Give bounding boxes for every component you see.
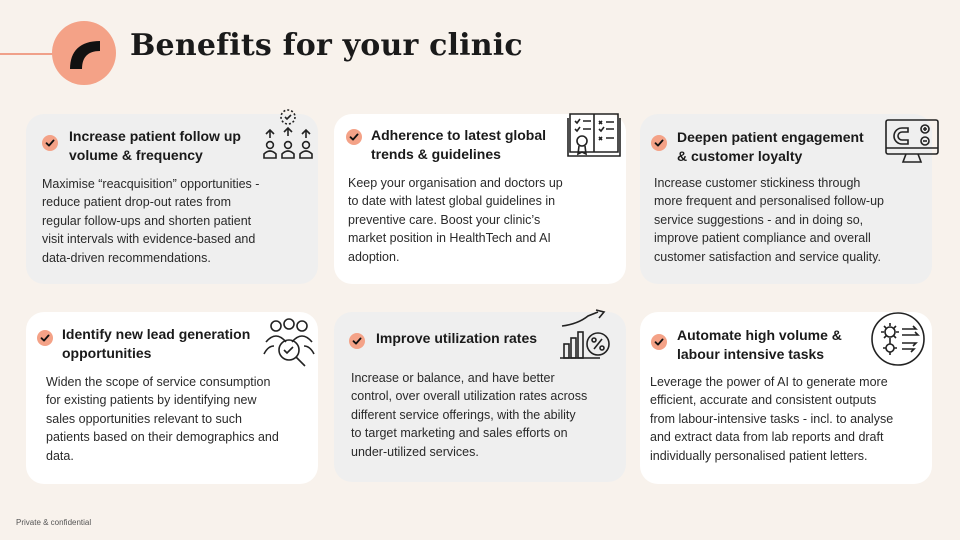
benefit-card-lead-generation: Identify new lead generation opportuniti… (26, 312, 318, 484)
card-title-line: & customer loyalty (677, 148, 803, 164)
card-body-line: Increase customer stickiness through (654, 176, 861, 190)
card-body-line: visit intervals with evidence-based and (42, 232, 256, 247)
benefit-card-automation: Automate high volume & labour intensive … (640, 312, 932, 484)
card-title-line: Identify new lead generation (62, 326, 251, 342)
card-title: Automate high volume & labour intensive … (677, 326, 842, 364)
card-title-line: Automate high volume & (677, 327, 842, 343)
card-body-line: adoption. (348, 249, 400, 264)
card-title-line: Adherence to latest global (371, 127, 547, 143)
card-title-line: labour intensive tasks (677, 346, 825, 362)
card-body-line: from labour-intensive tasks - incl. to a… (650, 411, 894, 426)
card-body-line: Leverage the power of AI to generate mor… (650, 375, 888, 389)
card-title: Adherence to latest global trends & guid… (371, 126, 546, 164)
card-title-line: volume & frequency (69, 147, 203, 163)
card-body-line: Keep your organisation and doctors up (348, 176, 563, 190)
card-title-line: Improve utilization rates (376, 330, 538, 346)
card-body-line: Increase or balance, and have better (351, 371, 555, 385)
automation-gears-icon (871, 312, 925, 366)
card-body-line: more frequent and personalised follow-up (654, 194, 884, 209)
card-title: Increase patient follow up volume & freq… (69, 127, 241, 165)
check-icon (651, 334, 667, 350)
card-title: Deepen patient engagement & customer loy… (677, 128, 864, 166)
card-body-line: different service offerings, with the ab… (351, 407, 576, 422)
card-body-line: regular follow-ups and shorten patient (42, 213, 252, 228)
benefit-card-engagement: Deepen patient engagement & customer loy… (640, 114, 939, 284)
card-body-line: individually personalised patient letter… (650, 448, 868, 463)
card-body-line: to date with latest global guidelines in (348, 194, 556, 209)
card-body-line: data. (46, 448, 74, 463)
card-body-line: preventive care. Boost your clinic’s (348, 212, 541, 227)
check-icon (349, 333, 365, 349)
card-body-line: improve patient compliance and overall (654, 231, 871, 246)
card-title-line: Increase patient follow up (69, 128, 241, 144)
card-body: Leverage the power of AI to generate mor… (650, 373, 893, 465)
card-body: Increase customer stickiness through mor… (654, 174, 884, 266)
card-body-line: reduce patient drop-out rates from (42, 195, 231, 210)
card-title-line: Deepen patient engagement (677, 129, 864, 145)
page-title: Benefits for your clinic (130, 28, 523, 63)
monitor-magnet-icon (885, 119, 939, 163)
card-body-line: service suggestions - and in doing so, (654, 212, 864, 227)
card-body-line: Widen the scope of service consumption (46, 375, 271, 389)
card-body-line: control, over overall utilization rates … (351, 389, 588, 404)
footer-confidential: Private & confidential (16, 518, 92, 527)
card-body-line: and extract data from lab reports and dr… (650, 430, 884, 445)
benefit-card-follow-up: Increase patient follow up volume & freq… (26, 109, 318, 284)
check-icon (42, 135, 58, 151)
card-title: Improve utilization rates (376, 329, 537, 348)
growth-chart-percent-icon (560, 309, 610, 359)
check-icon (37, 330, 53, 346)
card-body: Keep your organisation and doctors up to… (348, 174, 563, 266)
card-body-line: data-driven recommendations. (42, 250, 211, 265)
card-body: Widen the scope of service consumption f… (46, 373, 279, 465)
card-body-line: for existing patients by identifying new (46, 393, 257, 408)
benefit-card-utilization: Improve utilization rates Increase or ba… (334, 309, 626, 482)
card-body: Maximise “reacquisition” opportunities -… (42, 175, 259, 267)
card-body-line: Maximise “reacquisition” opportunities - (42, 177, 260, 191)
card-body-line: market position in HealthTech and AI (348, 231, 551, 246)
check-icon (651, 135, 667, 151)
card-body-line: efficient, accurate and consistent outpu… (650, 393, 877, 408)
people-growth-icon (263, 109, 313, 159)
card-body-line: sales opportunities relevant to such (46, 411, 242, 426)
people-search-icon (263, 318, 315, 367)
card-title-line: opportunities (62, 345, 152, 361)
card-body-line: customer satisfaction and service qualit… (654, 249, 881, 264)
brand-logo (52, 21, 116, 85)
card-title-line: trends & guidelines (371, 146, 501, 162)
benefit-card-guidelines: Adherence to latest global trends & guid… (334, 113, 626, 284)
check-icon (346, 129, 362, 145)
card-body-line: to target marketing and sales efforts on (351, 426, 568, 441)
card-body-line: patients based on their demographics and (46, 430, 279, 445)
card-body-line: under-utilized services. (351, 444, 479, 459)
card-body: Increase or balance, and have better con… (351, 369, 587, 461)
card-title: Identify new lead generation opportuniti… (62, 325, 250, 363)
checklist-book-icon (567, 113, 621, 157)
